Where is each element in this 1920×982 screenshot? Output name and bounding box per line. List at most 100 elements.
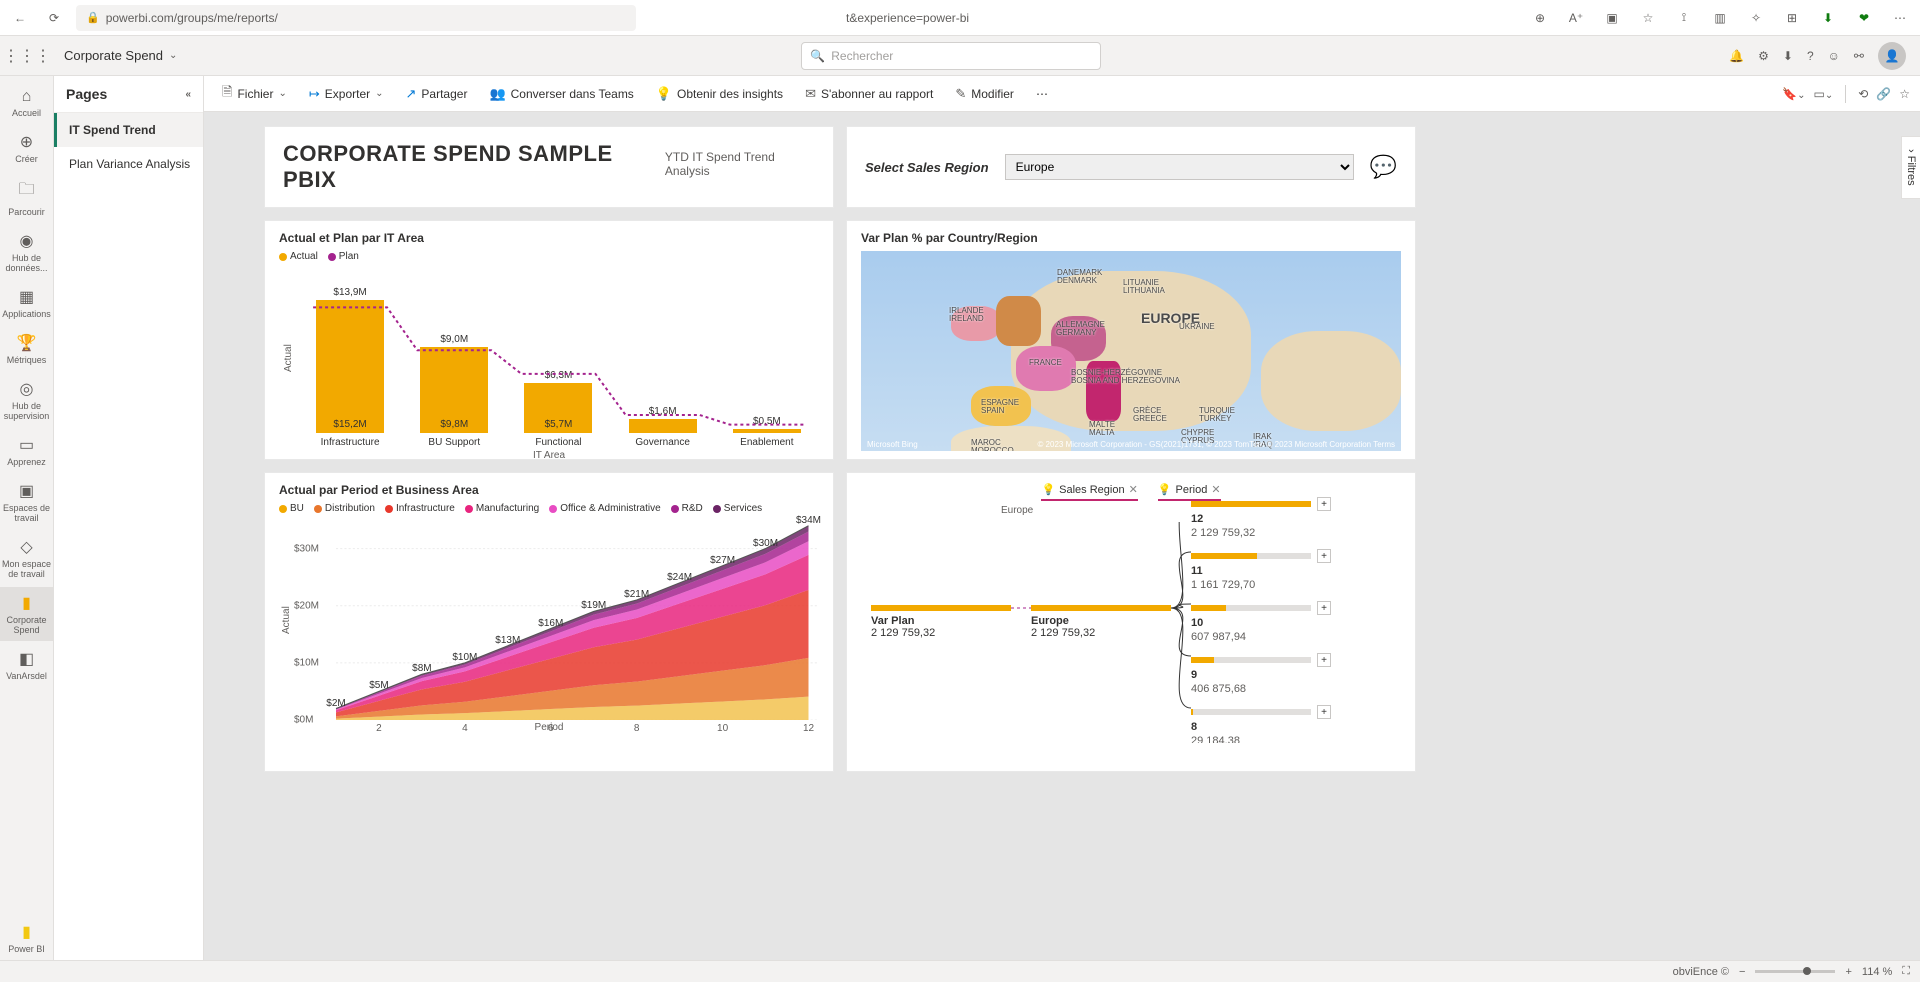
bar-chart-card[interactable]: Actual et Plan par IT Area Actual Plan A… <box>264 220 834 460</box>
export-menu[interactable]: ↦Exporter⌄ <box>301 82 392 106</box>
decomp-node-12[interactable]: +122 129 759,32 <box>1191 497 1331 539</box>
rail-create[interactable]: ⊕Créer <box>0 126 54 170</box>
app-launcher-icon[interactable]: ⋮⋮⋮ <box>0 36 54 76</box>
insights-button[interactable]: 💡Obtenir des insights <box>648 82 791 106</box>
extensions-icon[interactable]: ⟟ <box>1672 6 1696 30</box>
favorites-bar-icon[interactable]: ✧ <box>1744 6 1768 30</box>
chevron-down-icon: ⌄ <box>169 50 177 61</box>
edit-button[interactable]: ✎Modifier <box>947 82 1022 106</box>
feedback-icon[interactable]: ☺ <box>1828 49 1840 63</box>
rail-powerbi[interactable]: ▮Power BI <box>0 916 54 960</box>
map-label-ukraine: UKRAINE <box>1179 323 1215 331</box>
zoom-in-button[interactable]: + <box>1845 966 1851 978</box>
settings-icon[interactable]: ⚙ <box>1758 49 1769 63</box>
address-bar[interactable]: 🔒 powerbi.com/groups/me/reports/ <box>76 5 636 31</box>
mail-icon: ✉ <box>805 86 816 102</box>
breadcrumb[interactable]: Corporate Spend ⌄ <box>54 48 187 63</box>
collections-icon[interactable]: ▥ <box>1708 6 1732 30</box>
rail-vanarsdel[interactable]: ◧VanArsdel <box>0 643 54 687</box>
file-menu[interactable]: 🗎Fichier⌄ <box>214 79 295 109</box>
refresh-button[interactable]: ⟳ <box>42 6 66 30</box>
comment-icon[interactable]: 💬 <box>1370 154 1397 180</box>
area-chart-card[interactable]: Actual par Period et Business Area BU Di… <box>264 472 834 772</box>
bar-bu-support[interactable]: $9,0M$9,8MBU Support <box>415 334 493 448</box>
map-asia-land <box>1261 331 1401 431</box>
rail-myws[interactable]: ◇Mon espace de travail <box>0 531 54 585</box>
expand-icon[interactable]: + <box>1317 601 1331 615</box>
star-icon[interactable]: ☆ <box>1899 87 1910 101</box>
report-title: CORPORATE SPEND SAMPLE PBIX <box>283 141 655 193</box>
help-icon[interactable]: ? <box>1807 49 1814 63</box>
share-link-icon[interactable]: 🔗 <box>1876 87 1891 101</box>
app-icon[interactable]: ⊞ <box>1780 6 1804 30</box>
performance-icon[interactable]: ❤ <box>1852 6 1876 30</box>
bar-governance[interactable]: $1,6MGovernance <box>624 406 702 448</box>
rail-learn[interactable]: ▭Apprenez <box>0 429 54 473</box>
rail-browse[interactable]: 🗀Parcourir <box>0 172 54 223</box>
download-icon[interactable]: ⬇ <box>1816 6 1840 30</box>
zoom-out-button[interactable]: − <box>1739 966 1745 978</box>
expand-icon[interactable]: + <box>1317 497 1331 511</box>
decomp-period-list: +122 129 759,32 +111 161 729,70 +10607 987… <box>1191 497 1331 743</box>
decomp-europe[interactable]: Europe 2 129 759,32 <box>1031 605 1171 639</box>
bulb-icon: 💡 <box>1158 483 1172 496</box>
map-visual[interactable]: EUROPE IRLANDE IRELAND DANEMARK DENMARK … <box>861 251 1401 451</box>
app-header: ⋮⋮⋮ Corporate Spend ⌄ 🔍 Rechercher 🔔 ⚙ ⬇… <box>0 36 1920 76</box>
expand-icon[interactable]: + <box>1317 653 1331 667</box>
org-icon[interactable]: ⚯ <box>1854 49 1864 63</box>
reset-icon[interactable]: ⟲ <box>1858 87 1868 101</box>
teams-button[interactable]: 👥Converser dans Teams <box>481 82 641 106</box>
bar-x-axis: IT Area <box>279 450 819 461</box>
learn-icon: ▭ <box>19 435 34 455</box>
more-icon[interactable]: ⋯ <box>1888 6 1912 30</box>
read-aloud-icon[interactable]: A⁺ <box>1564 6 1588 30</box>
map-card[interactable]: Var Plan % par Country/Region EUROPE IRL… <box>846 220 1416 460</box>
rail-metrics[interactable]: 🏆Métriques <box>0 327 54 371</box>
more-options[interactable]: ⋯ <box>1028 83 1056 105</box>
map-label-greece: GRÈCE GREECE <box>1133 407 1167 423</box>
report-icon: ▮ <box>22 593 31 613</box>
close-icon[interactable]: ✕ <box>1129 483 1138 496</box>
page-plan-variance[interactable]: Plan Variance Analysis <box>54 147 203 181</box>
close-icon[interactable]: ✕ <box>1211 483 1220 496</box>
notifications-icon[interactable]: 🔔 <box>1729 49 1744 63</box>
rail-monitoring[interactable]: ◎Hub de supervision <box>0 373 54 427</box>
zoom-icon[interactable]: ⊕ <box>1528 6 1552 30</box>
decomp-root[interactable]: Var Plan 2 129 759,32 <box>871 605 1011 639</box>
back-button[interactable]: ← <box>8 6 32 30</box>
collapse-pages-icon[interactable]: « <box>185 89 191 100</box>
rail-datahub[interactable]: ◉Hub de données... <box>0 225 54 279</box>
expand-icon[interactable]: + <box>1317 705 1331 719</box>
user-avatar[interactable]: 👤 <box>1878 42 1906 70</box>
decomp-node-10[interactable]: +10607 987,94 <box>1191 601 1331 643</box>
rail-workspaces[interactable]: ▣Espaces de travail <box>0 475 54 529</box>
rail-apps[interactable]: ▦Applications <box>0 281 54 325</box>
page-it-spend-trend[interactable]: IT Spend Trend <box>54 113 203 147</box>
view-icon[interactable]: ▭⌄ <box>1813 87 1833 101</box>
fit-page-icon[interactable]: ⛶ <box>1902 965 1910 978</box>
decomp-tree-card[interactable]: 💡 Sales Region ✕ 💡 Period ✕ Europe <box>846 472 1416 772</box>
bookmark-icon[interactable]: 🔖⌄ <box>1782 87 1805 101</box>
expand-icon[interactable]: + <box>1317 549 1331 563</box>
decomp-col-region[interactable]: 💡 Sales Region ✕ <box>1041 483 1137 501</box>
decomp-node-9[interactable]: +9406 875,68 <box>1191 653 1331 695</box>
share-button[interactable]: ↗Partager <box>398 82 476 106</box>
favorite-icon[interactable]: ☆ <box>1636 6 1660 30</box>
decomp-node-11[interactable]: +111 161 729,70 <box>1191 549 1331 591</box>
bar-enablement[interactable]: $0,5MEnablement <box>728 416 806 448</box>
bulb-icon: 💡 <box>656 86 672 102</box>
search-box[interactable]: 🔍 Rechercher <box>801 42 1101 70</box>
map-attribution: © 2023 Microsoft Corporation - GS(2021)1… <box>1037 440 1395 449</box>
subscribe-button[interactable]: ✉S'abonner au rapport <box>797 82 941 106</box>
zoom-slider[interactable] <box>1755 970 1835 973</box>
decomp-node-8[interactable]: +829 184,38 <box>1191 705 1331 743</box>
enter-immersive-icon[interactable]: ▣ <box>1600 6 1624 30</box>
bar-infrastructure[interactable]: $13,9M$15,2MInfrastructure <box>311 287 389 448</box>
bar-functional[interactable]: $6,3M$5,7MFunctional <box>519 370 597 448</box>
rail-corpspend[interactable]: ▮Corporate Spend <box>0 587 54 641</box>
browse-icon: 🗀 <box>18 178 34 205</box>
map-label-spain: ESPAGNE SPAIN <box>981 399 1019 415</box>
region-slicer[interactable]: Europe <box>1005 154 1354 180</box>
download-pbi-icon[interactable]: ⬇ <box>1783 49 1793 63</box>
rail-home[interactable]: ⌂Accueil <box>0 82 54 124</box>
